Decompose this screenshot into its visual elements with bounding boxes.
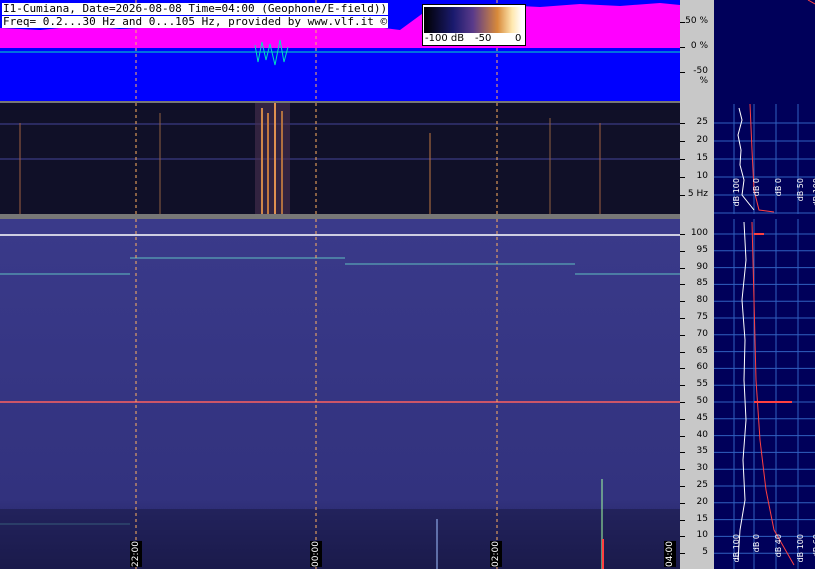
time-label: 04:00: [664, 541, 676, 567]
waveform-panel: I1-Cumiana, Date=2026-08-08 Time=04:00 (…: [0, 0, 680, 101]
axis-tick-mark: [680, 469, 685, 471]
axis-tick-mark: [680, 267, 685, 269]
axis-tick-label: 25: [696, 117, 708, 127]
low-freq-plot: [0, 103, 680, 214]
axis-tick-mark: [680, 536, 685, 538]
axis-tick-label: 20: [696, 135, 708, 145]
axis-tick-label: 5 Hz: [687, 189, 708, 199]
axis-tick-label: 10: [696, 171, 708, 181]
vlf-monitor-window: I1-Cumiana, Date=2026-08-08 Time=04:00 (…: [0, 0, 815, 569]
colorbar-max: 0: [515, 33, 522, 44]
axis-tick-label: 15: [696, 153, 708, 163]
main-spectrogram: 22:00 00:00 02:00 04:00: [0, 219, 680, 569]
axis-tick-label: 30: [696, 463, 708, 474]
axis-tick-mark: [680, 452, 685, 454]
colorbar-mid: -50: [475, 33, 492, 44]
axis-tick-mark: [680, 553, 685, 555]
axis-tick-label: 75: [696, 312, 708, 322]
axis-tick-label: 65: [696, 345, 708, 356]
axis-tick-mark: [680, 318, 685, 319]
side-axis-label: dB 100: [732, 534, 741, 563]
axis-tick-label: 15: [696, 513, 708, 524]
axis-tick-mark: [680, 284, 685, 286]
axis-tick-label: 100: [690, 228, 708, 238]
axis-tick-label: 85: [696, 278, 708, 289]
axis-tick-label: 45: [696, 412, 708, 423]
axis-tick-label: 70: [696, 328, 708, 339]
main-spectrogram-plot: [0, 219, 680, 569]
axis-tick-mark: [680, 47, 685, 48]
axis-tick-mark: [680, 123, 685, 124]
header-line-2: Freq= 0.2...30 Hz and 0...105 Hz, provid…: [2, 15, 389, 28]
colorbar-gradient: [424, 7, 522, 33]
axis-tick-mark: [680, 486, 685, 487]
axis-tick-mark: [680, 22, 685, 23]
axis-tick-label: 80: [696, 295, 708, 306]
time-label: 02:00: [490, 541, 502, 567]
axis-tick-mark: [680, 301, 685, 303]
axis-tick-label: 90: [696, 261, 708, 272]
axis-tick-mark: [680, 351, 685, 353]
colorbar: -100 dB -50 0: [422, 4, 526, 46]
low-freq-spectrogram: [0, 103, 680, 214]
side-axis-label: dB 100: [796, 534, 805, 563]
axis-tick-mark: [680, 72, 685, 73]
axis-tick-mark: [680, 159, 685, 160]
side-axis-label: dB 0: [752, 534, 761, 553]
side-axis-label: dB 100: [732, 178, 741, 207]
axis-tick-mark: [680, 519, 685, 521]
waveform-axis: 50 % 0 % -50 %: [680, 0, 714, 101]
axis-tick-mark: [680, 435, 685, 437]
time-label: 00:00: [310, 541, 322, 567]
axis-tick-label: 35: [696, 446, 708, 457]
axis-tick-mark: [680, 141, 685, 142]
side-axis-label: dB 0: [774, 178, 783, 197]
axis-tick-mark: [680, 195, 685, 196]
axis-tick-label: 55: [696, 379, 708, 390]
axis-tick-label: 40: [696, 429, 708, 440]
axis-tick-mark: [680, 385, 685, 387]
spectrum-side-panel: dB 100 dB 0 dB 0 dB 50 dB 100 dB 100 dB 0 dB 4…: [714, 0, 815, 569]
side-axis-label: dB 50: [796, 178, 805, 202]
axis-tick-label: 95: [696, 244, 708, 255]
axis-tick-label: 25: [696, 480, 708, 490]
axis-tick-label: 0 %: [690, 41, 708, 51]
axis-tick-mark: [680, 502, 685, 504]
axis-tick-label: 50 %: [685, 16, 708, 26]
axis-tick-mark: [680, 177, 685, 178]
colorbar-min: -100 dB: [425, 33, 465, 44]
freq-axis: 100 95 90 85 80 75 70 65 60 55 50 45 40 35 30 25 20 15 10 5: [680, 219, 714, 569]
axis-tick-label: 5: [702, 547, 708, 558]
axis-tick-mark: [680, 402, 685, 403]
axis-tick-label: 10: [696, 530, 708, 541]
axis-tick-label: 50: [696, 396, 708, 406]
side-axis-label: dB 40: [774, 534, 783, 558]
axis-tick-mark: [680, 334, 685, 336]
side-spectrum-plot: [714, 0, 815, 569]
low-freq-axis: 25 20 15 10 5 Hz: [680, 101, 714, 219]
time-label: 22:00: [130, 541, 142, 567]
axis-tick-mark: [680, 234, 685, 235]
axis-tick-label: 60: [696, 362, 708, 373]
header-line-1: I1-Cumiana, Date=2026-08-08 Time=04:00 (…: [2, 2, 389, 15]
side-axis-label: dB 0: [752, 178, 761, 197]
axis-tick-mark: [680, 418, 685, 420]
axis-tick-mark: [680, 250, 685, 252]
axis-tick-label: -50 %: [693, 66, 708, 86]
axis-tick-mark: [680, 368, 685, 370]
axis-tick-label: 20: [696, 496, 708, 507]
